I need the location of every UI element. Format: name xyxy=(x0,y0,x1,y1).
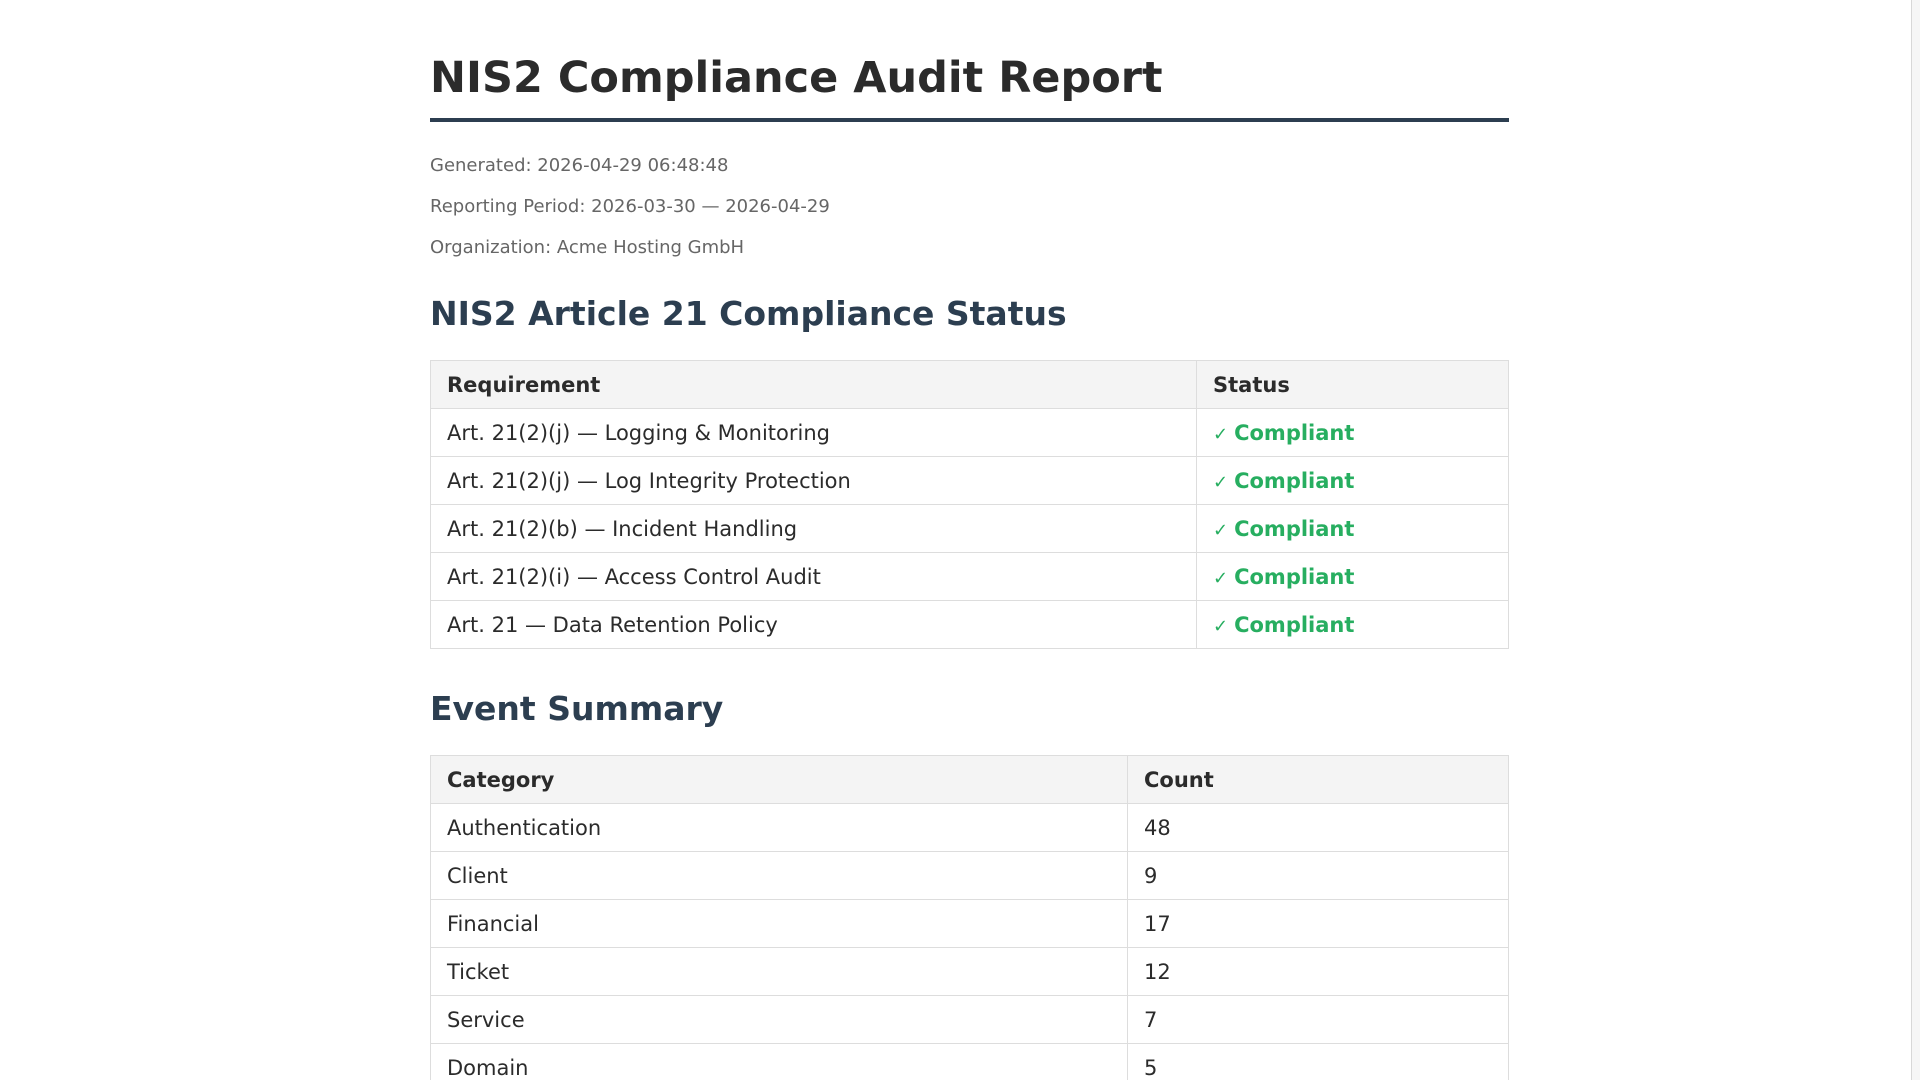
status-label: Compliant xyxy=(1234,468,1355,493)
status-label: Compliant xyxy=(1234,516,1355,541)
status-label: Compliant xyxy=(1234,564,1355,589)
event-summary-table: Category Count Authentication 48 Client 9 Fi… xyxy=(430,755,1509,1080)
count-cell: 17 xyxy=(1127,899,1509,948)
table-header-row: Category Count xyxy=(430,755,1509,804)
requirement-cell: Art. 21(2)(j) — Logging & Monitoring xyxy=(430,408,1197,457)
table-row: Art. 21 — Data Retention Policy ✓ Complian… xyxy=(430,600,1509,649)
requirement-cell: Art. 21(2)(j) — Log Integrity Protection xyxy=(430,456,1197,505)
column-header-status: Status xyxy=(1196,360,1509,409)
table-row: Authentication 48 xyxy=(430,803,1509,852)
count-cell: 5 xyxy=(1127,1043,1509,1080)
table-row: Art. 21(2)(i) — Access Control Audit ✓ Com… xyxy=(430,552,1509,601)
count-cell: 12 xyxy=(1127,947,1509,996)
column-header-count: Count xyxy=(1127,755,1509,804)
status-cell: ✓ Compliant xyxy=(1196,504,1509,553)
category-cell: Domain xyxy=(430,1043,1128,1080)
check-icon: ✓ xyxy=(1213,423,1229,445)
reporting-period: Reporting Period: 2026-03-30 — 2026-04-2… xyxy=(430,196,830,217)
category-cell: Ticket xyxy=(430,947,1128,996)
check-icon: ✓ xyxy=(1213,519,1229,541)
page-title: NIS2 Compliance Audit Report xyxy=(430,0,1509,122)
table-row: Domain 5 xyxy=(430,1043,1509,1080)
requirement-cell: Art. 21(2)(i) — Access Control Audit xyxy=(430,552,1197,601)
count-cell: 7 xyxy=(1127,995,1509,1044)
table-row: Art. 21(2)(j) — Log Integrity Protection… xyxy=(430,456,1509,505)
report-metadata: Generated: 2026-04-29 06:48:48 Reporting… xyxy=(430,145,1509,268)
table-row: Client 9 xyxy=(430,851,1509,900)
event-summary-table-body: Authentication 48 Client 9 Financial 17 Ticket… xyxy=(430,803,1509,1080)
table-row: Service 7 xyxy=(430,995,1509,1044)
table-row: Financial 17 xyxy=(430,899,1509,948)
column-header-requirement: Requirement xyxy=(430,360,1197,409)
event-summary-heading: Event Summary xyxy=(430,689,724,728)
compliance-status-heading: NIS2 Article 21 Compliance Status xyxy=(430,294,1067,333)
count-cell: 9 xyxy=(1127,851,1509,900)
check-icon: ✓ xyxy=(1213,615,1229,637)
page-scrollbar[interactable] xyxy=(1911,0,1920,1080)
check-icon: ✓ xyxy=(1213,567,1229,589)
table-header-row: Requirement Status xyxy=(430,360,1509,409)
category-cell: Client xyxy=(430,851,1128,900)
table-row: Art. 21(2)(j) — Logging & Monitoring ✓ Com… xyxy=(430,408,1509,457)
organization-name: Organization: Acme Hosting GmbH xyxy=(430,237,745,258)
count-cell: 48 xyxy=(1127,803,1509,852)
status-cell: ✓ Compliant xyxy=(1196,552,1509,601)
requirement-cell: Art. 21(2)(b) — Incident Handling xyxy=(430,504,1197,553)
category-cell: Financial xyxy=(430,899,1128,948)
status-cell: ✓ Compliant xyxy=(1196,456,1509,505)
column-header-category: Category xyxy=(430,755,1128,804)
table-row: Art. 21(2)(b) — Incident Handling ✓ Compli… xyxy=(430,504,1509,553)
compliance-status-table: Requirement Status Art. 21(2)(j) — Loggi… xyxy=(430,360,1509,649)
status-cell: ✓ Compliant xyxy=(1196,408,1509,457)
category-cell: Service xyxy=(430,995,1128,1044)
status-label: Compliant xyxy=(1234,420,1355,445)
table-row: Ticket 12 xyxy=(430,947,1509,996)
generated-timestamp: Generated: 2026-04-29 06:48:48 xyxy=(430,155,729,176)
status-label: Compliant xyxy=(1234,612,1355,637)
check-icon: ✓ xyxy=(1213,471,1229,493)
compliance-table-body: Art. 21(2)(j) — Logging & Monitoring ✓ Com… xyxy=(430,408,1509,649)
category-cell: Authentication xyxy=(430,803,1128,852)
audit-report: NIS2 Compliance Audit Report Generated: … xyxy=(430,0,1509,1080)
requirement-cell: Art. 21 — Data Retention Policy xyxy=(430,600,1197,649)
status-cell: ✓ Compliant xyxy=(1196,600,1509,649)
